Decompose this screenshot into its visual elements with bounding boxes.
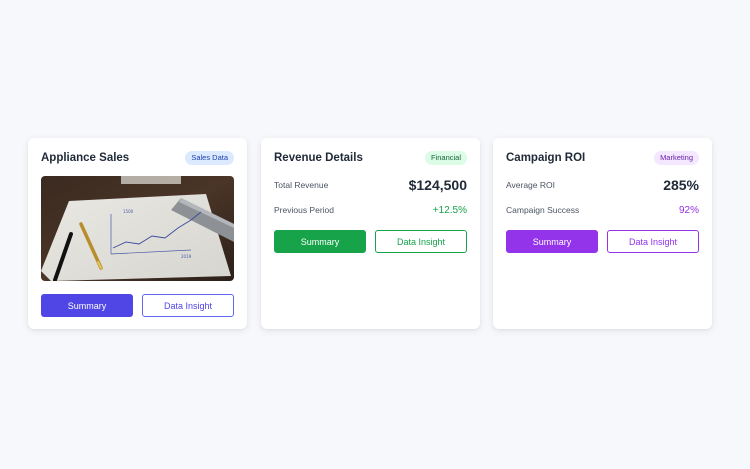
category-badge: Financial [424,151,467,165]
svg-text:2019: 2019 [181,254,192,259]
card-header: Campaign ROI Marketing [506,150,699,166]
card-header: Appliance Sales Sales Data [41,150,234,166]
sales-chart-photo: 1500 2019 [41,176,234,281]
card-title: Campaign ROI [506,152,586,164]
metric-row: Previous Period +12.5% [274,201,467,219]
metric-label: Campaign Success [506,205,580,215]
metric-label: Total Revenue [274,180,329,190]
button-row: Summary Data Insight [41,294,234,317]
button-row: Summary Data Insight [506,230,699,253]
metric-row: Average ROI 285% [506,176,699,194]
appliance-sales-card: Appliance Sales Sales Data 1500 2019 Sum… [28,138,247,329]
data-insight-button[interactable]: Data Insight [607,230,699,253]
button-row: Summary Data Insight [274,230,467,253]
metric-label: Previous Period [274,205,335,215]
summary-button[interactable]: Summary [41,294,133,317]
campaign-roi-card: Campaign ROI Marketing Average ROI 285% … [493,138,712,329]
metric-value: +12.5% [432,204,467,216]
summary-button[interactable]: Summary [274,230,366,253]
revenue-details-card: Revenue Details Financial Total Revenue … [261,138,480,329]
metric-label: Average ROI [506,180,555,190]
metric-row: Total Revenue $124,500 [274,176,467,194]
metric-value: 92% [678,204,699,216]
card-title: Appliance Sales [41,152,130,164]
metric-value: 285% [663,177,699,193]
data-insight-button[interactable]: Data Insight [142,294,234,317]
metric-value: $124,500 [408,177,467,193]
summary-button[interactable]: Summary [506,230,598,253]
data-insight-button[interactable]: Data Insight [375,230,467,253]
category-badge: Sales Data [185,151,234,165]
metric-row: Campaign Success 92% [506,201,699,219]
category-badge: Marketing [654,151,699,165]
card-header: Revenue Details Financial [274,150,467,166]
svg-text:1500: 1500 [123,209,134,214]
card-title: Revenue Details [274,152,363,164]
